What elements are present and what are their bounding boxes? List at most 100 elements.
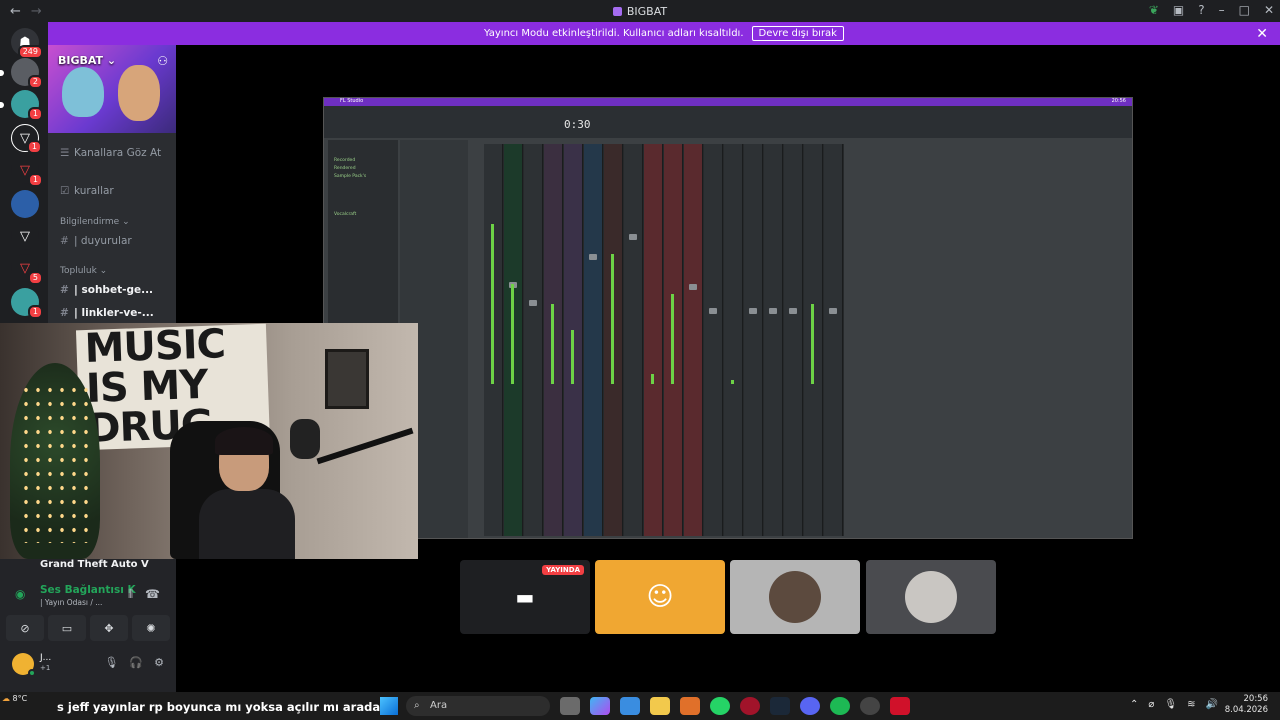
gear-icon[interactable]: ⚙ bbox=[154, 656, 164, 669]
hash-icon: # bbox=[60, 235, 69, 247]
mixer-strip bbox=[824, 144, 843, 536]
banner-art bbox=[62, 67, 104, 117]
server-icon-4[interactable]: ▽ 1 bbox=[11, 156, 43, 187]
folder-icon[interactable] bbox=[650, 697, 670, 715]
inbox-icon[interactable]: ▣ bbox=[1173, 3, 1184, 17]
mixer-strip bbox=[564, 144, 583, 536]
close-window-icon[interactable]: ✕ bbox=[1264, 3, 1274, 17]
search-placeholder: Ara bbox=[430, 700, 448, 711]
server-banner[interactable]: BIGBAT ⌄ ⚇ bbox=[48, 45, 176, 133]
maximize-icon[interactable]: □ bbox=[1239, 3, 1250, 17]
opera-icon[interactable] bbox=[740, 697, 760, 715]
camera-off-button[interactable]: ⊘ bbox=[6, 615, 44, 641]
channel-chat[interactable]: # | sohbet-ge... bbox=[60, 284, 153, 296]
server-name[interactable]: BIGBAT ⌄ bbox=[58, 54, 116, 67]
close-banner-icon[interactable]: ✕ bbox=[1256, 26, 1268, 42]
headphones-icon[interactable]: 🎧 bbox=[129, 656, 143, 669]
help-icon[interactable]: ? bbox=[1198, 3, 1204, 17]
banner-art bbox=[118, 65, 160, 121]
spotify-icon[interactable] bbox=[830, 697, 850, 715]
mixer-strip bbox=[804, 144, 823, 536]
server-badge: 5 bbox=[27, 271, 43, 285]
participant-tile[interactable] bbox=[866, 560, 996, 634]
search-box[interactable]: ⌕ Ara bbox=[406, 696, 550, 716]
mixer-strip bbox=[524, 144, 543, 536]
level-meter bbox=[491, 224, 494, 384]
window-title: BIGBAT bbox=[0, 5, 1280, 18]
stream-tile[interactable]: YAYINDA ▬ bbox=[460, 560, 590, 634]
voice-channel-name[interactable]: | Yayın Odası / ... bbox=[40, 598, 102, 607]
chevron-up-icon[interactable]: ⌃ bbox=[1130, 699, 1138, 710]
server-icon-3[interactable]: ▽ 1 bbox=[11, 124, 42, 154]
volume-icon[interactable]: 🔊 bbox=[1206, 699, 1218, 710]
streamer-beanie bbox=[215, 427, 273, 455]
voice-controls: ⫴ ☎ bbox=[128, 587, 160, 602]
network-off-icon[interactable]: ⌀ bbox=[1148, 699, 1154, 710]
channel-label: | duyurular bbox=[74, 235, 132, 247]
fader bbox=[529, 300, 537, 306]
server-icon-5[interactable] bbox=[11, 190, 39, 218]
level-meter bbox=[731, 380, 734, 384]
channel-rules[interactable]: ☑ kurallar bbox=[60, 185, 114, 197]
mixer-strip bbox=[784, 144, 803, 536]
store-icon[interactable] bbox=[620, 697, 640, 715]
level-meter bbox=[571, 330, 574, 384]
activities-icon: ✥ bbox=[104, 621, 114, 635]
mac-menu-bar: FL Studio 20:56 bbox=[324, 98, 1132, 106]
server-icon-1[interactable]: 2 bbox=[11, 58, 43, 89]
discord-icon[interactable] bbox=[800, 697, 820, 715]
category-community[interactable]: Topluluk ⌄ bbox=[60, 266, 107, 276]
screen-share-button[interactable]: ▭ bbox=[48, 615, 86, 641]
mic-tray-icon[interactable]: 🎙 bbox=[1164, 699, 1177, 710]
task-view-icon[interactable] bbox=[560, 697, 580, 715]
nitro-leaf-icon[interactable]: ❦ bbox=[1149, 3, 1159, 17]
disconnect-icon[interactable]: ☎ bbox=[145, 587, 160, 602]
disable-streamer-mode-button[interactable]: Devre dışı bırak bbox=[751, 26, 844, 41]
home-button[interactable]: ☗ 249 bbox=[11, 28, 43, 59]
windows-start-icon[interactable] bbox=[380, 697, 398, 715]
hash-icon: # bbox=[60, 284, 69, 296]
voice-actions: ⊘ ▭ ✥ ✺ bbox=[6, 615, 170, 641]
title-controls: ❦ ▣ ? – □ ✕ bbox=[1149, 3, 1274, 17]
server-icon-2[interactable]: 1 bbox=[11, 90, 43, 121]
level-meter bbox=[651, 374, 654, 384]
user-panel[interactable]: J... +1 🎙 🎧 ⚙ bbox=[6, 649, 170, 679]
server-icon-7[interactable]: ▽ 5 bbox=[11, 254, 43, 285]
mixer-strip bbox=[744, 144, 763, 536]
server-icon-8[interactable]: 1 bbox=[11, 288, 43, 319]
firefox-icon[interactable] bbox=[680, 697, 700, 715]
steam-icon[interactable] bbox=[770, 697, 790, 715]
fader bbox=[689, 284, 697, 290]
channel-announcements[interactable]: # | duyurular bbox=[60, 235, 132, 247]
browser-item: Sample Pack's bbox=[334, 174, 367, 179]
soundboard-button[interactable]: ✺ bbox=[132, 615, 170, 641]
server-icon-6[interactable]: ▽ bbox=[11, 222, 39, 250]
fader bbox=[769, 308, 777, 314]
list-icon: ☰ bbox=[60, 147, 70, 159]
copilot-icon[interactable] bbox=[590, 697, 610, 715]
whatsapp-icon[interactable] bbox=[710, 697, 730, 715]
category-info[interactable]: Bilgilendirme ⌄ bbox=[60, 217, 130, 227]
activities-button[interactable]: ✥ bbox=[90, 615, 128, 641]
discord-tile[interactable]: ☺ bbox=[595, 560, 725, 634]
game-activity: Grand Theft Auto V bbox=[40, 559, 149, 570]
microphone-icon[interactable]: 🎙 bbox=[104, 656, 118, 669]
channel-links[interactable]: # | linkler-ve-... bbox=[60, 307, 154, 319]
wifi-icon[interactable]: ≋ bbox=[1187, 699, 1195, 710]
screen-share-view[interactable]: FL Studio 20:56 0:30 Recorded Rendered S… bbox=[323, 97, 1133, 539]
obs-icon[interactable] bbox=[860, 697, 880, 715]
noise-suppression-icon[interactable]: ⫴ bbox=[128, 587, 133, 602]
ticker-text: jeff yayınlar rp boyunca mı yoksa açılır… bbox=[67, 700, 381, 714]
system-clock[interactable]: 20:56 8.04.2026 bbox=[1225, 694, 1268, 716]
taskbar: ☁ 8°C s jeff yayınlar rp boyunca mı yoks… bbox=[0, 692, 1280, 720]
invite-people-icon[interactable]: ⚇ bbox=[157, 54, 168, 68]
fader bbox=[589, 254, 597, 260]
minimize-icon[interactable]: – bbox=[1219, 3, 1225, 17]
participant-tile[interactable] bbox=[730, 560, 860, 634]
fl-studio-icon[interactable] bbox=[890, 697, 910, 715]
mixer-strip bbox=[724, 144, 743, 536]
voice-connection-status[interactable]: Ses Bağlantısı K bbox=[40, 584, 136, 596]
weather-widget[interactable]: ☁ 8°C bbox=[2, 694, 27, 703]
browse-channels[interactable]: ☰ Kanallara Göz At bbox=[60, 147, 161, 159]
channel-label: kurallar bbox=[74, 185, 114, 197]
